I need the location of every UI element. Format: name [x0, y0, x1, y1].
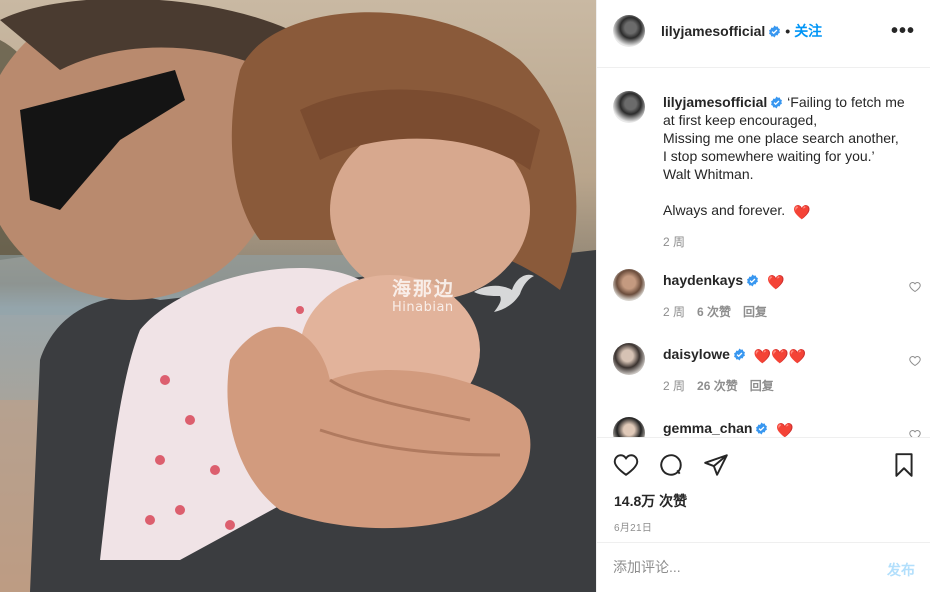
caption-text-block: lilyjamesofficial ‘Failing to fetch me a…: [663, 93, 911, 221]
comment-likes[interactable]: 6 次赞: [697, 305, 731, 319]
comment-icon[interactable]: [658, 452, 684, 478]
comment-avatar[interactable]: [613, 417, 645, 437]
comment-text: ❤️: [767, 274, 785, 290]
post-comment-button[interactable]: 发布: [887, 560, 915, 580]
heart-icon[interactable]: [909, 355, 921, 367]
share-icon[interactable]: [703, 452, 729, 478]
watermark-bird-icon: [474, 274, 534, 312]
comments-list[interactable]: lilyjamesofficial ‘Failing to fetch me a…: [597, 69, 930, 437]
verified-icon: [756, 422, 768, 435]
add-comment-bar: 发布: [597, 542, 930, 592]
watermark-cn: 海那边: [392, 278, 456, 300]
heart-icon[interactable]: [613, 452, 639, 478]
comment-username[interactable]: gemma_chan: [663, 420, 752, 436]
post-detail-panel: lilyjamesofficial • 关注 ••• lilyjamesoffici…: [596, 0, 930, 592]
verified-icon: [771, 96, 783, 109]
caption-username[interactable]: lilyjamesofficial: [663, 94, 767, 110]
comment-avatar[interactable]: [613, 269, 645, 301]
comment-input[interactable]: [613, 559, 863, 575]
post-date[interactable]: 6月21日: [614, 519, 652, 534]
caption-text: ‘Failing to fetch me at first keep encou…: [663, 94, 905, 218]
watermark-en: Hinabian: [392, 300, 454, 315]
follow-button[interactable]: 关注: [794, 23, 822, 39]
caption-heart-emoji: ❤️: [793, 204, 811, 220]
post-photo[interactable]: 海那边 Hinabian: [0, 0, 596, 592]
comment-text: ❤️: [776, 422, 794, 437]
verified-icon: [734, 348, 745, 361]
owner-username[interactable]: lilyjamesofficial: [661, 23, 765, 39]
caption-time[interactable]: 2 周: [663, 235, 685, 249]
header-user-line: lilyjamesofficial • 关注: [661, 21, 822, 41]
comment-username[interactable]: haydenkays: [663, 272, 743, 288]
heart-icon[interactable]: [909, 429, 921, 437]
watermark: 海那边 Hinabian: [392, 274, 534, 315]
post-header: lilyjamesofficial • 关注 •••: [597, 0, 930, 68]
comment-username[interactable]: daisylowe: [663, 346, 730, 362]
header-separator: •: [785, 23, 791, 39]
more-icon[interactable]: •••: [891, 21, 915, 41]
comment-avatar[interactable]: [613, 343, 645, 375]
comment-time[interactable]: 2 周: [663, 379, 685, 393]
likes-count[interactable]: 14.8万 次赞: [614, 491, 687, 511]
owner-avatar[interactable]: [613, 15, 645, 47]
bookmark-icon[interactable]: [891, 452, 917, 478]
comment-time[interactable]: 2 周: [663, 305, 685, 319]
post-actions: 14.8万 次赞 6月21日: [597, 437, 930, 541]
reply-button[interactable]: 回复: [743, 305, 767, 319]
comment-text: ❤️❤️❤️: [753, 348, 807, 364]
reply-button[interactable]: 回复: [750, 379, 774, 393]
comment-likes[interactable]: 26 次赞: [697, 379, 738, 393]
verified-icon: [747, 274, 759, 287]
heart-icon[interactable]: [909, 281, 921, 293]
caption-avatar[interactable]: [613, 91, 645, 123]
verified-icon: [769, 25, 781, 38]
